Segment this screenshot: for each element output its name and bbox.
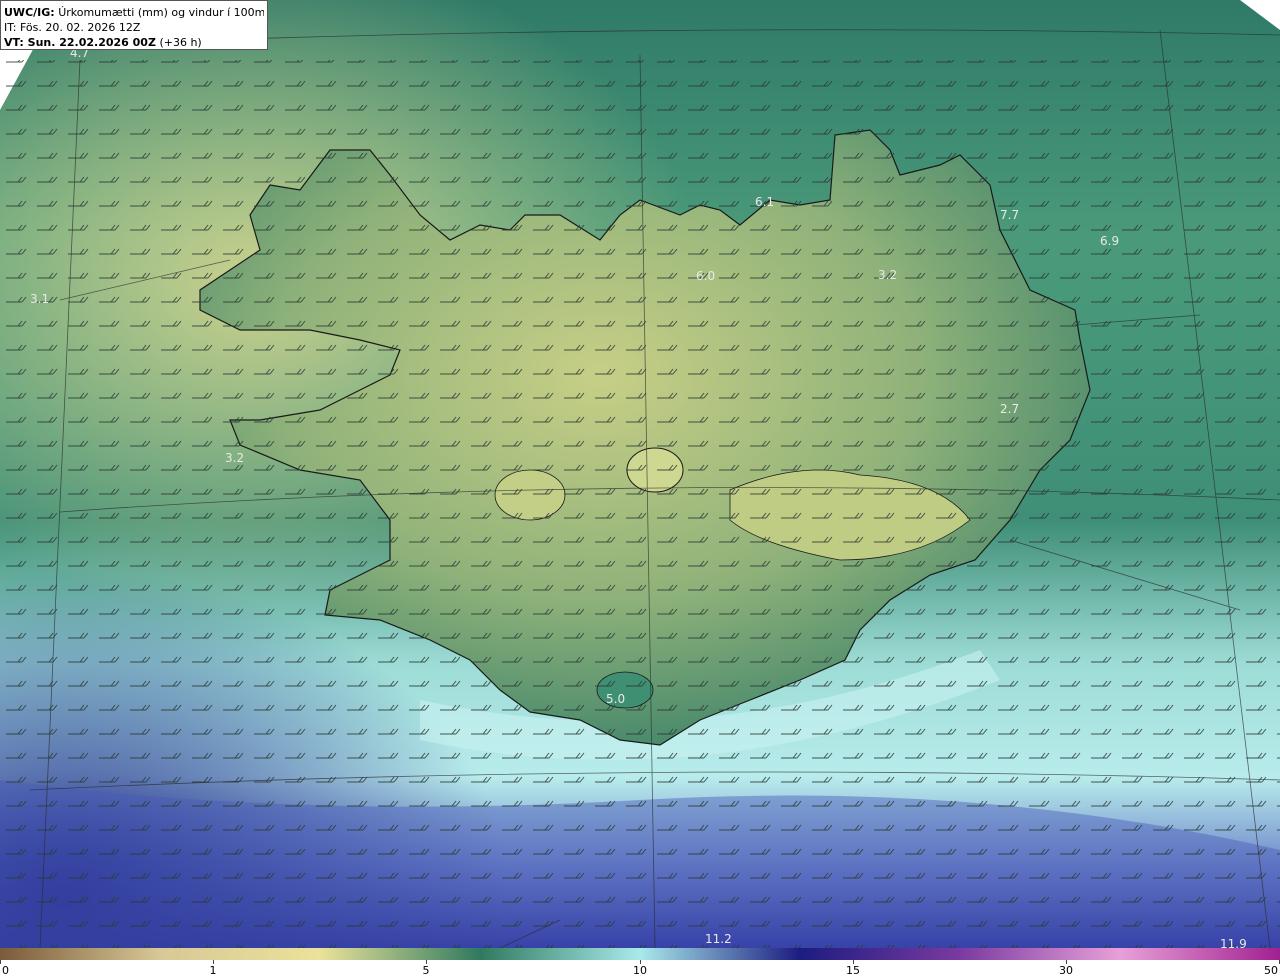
valid-time: VT: Sun. 22.02.2026 00Z xyxy=(4,36,156,49)
weather-map: 4.7 3.1 3.2 6.1 6.0 3.2 7.7 6.9 2.7 5.0 … xyxy=(0,0,1280,948)
wind-barbs xyxy=(0,60,1280,948)
issue-time: IT: Fös. 20. 02. 2026 12Z xyxy=(4,21,141,34)
value-label: 6.1 xyxy=(755,195,774,209)
value-label: 3.1 xyxy=(30,292,49,306)
valid-time-line: VT: Sun. 22.02.2026 00Z (+36 h) xyxy=(4,35,264,50)
value-label: 6.0 xyxy=(696,269,715,283)
value-label: 3.2 xyxy=(225,451,244,465)
colorbar: 0 1 5 10 15 30 50 xyxy=(0,948,1280,978)
value-label: 3.2 xyxy=(878,268,897,282)
title-box: UWC/IG: Úrkomumætti (mm) og vindur í 100… xyxy=(0,0,268,50)
title-line: UWC/IG: Úrkomumætti (mm) og vindur í 100… xyxy=(4,5,264,20)
colorbar-tick: 0 xyxy=(2,964,9,977)
colorbar-tick: 10 xyxy=(633,964,647,977)
model-name: UWC/IG: xyxy=(4,6,55,19)
colorbar-tick: 50 xyxy=(1264,964,1278,977)
colorbar-tick: 30 xyxy=(1059,964,1073,977)
colorbar-strip xyxy=(0,948,1280,960)
colorbar-tick: 5 xyxy=(422,964,430,977)
colorbar-tick: 1 xyxy=(209,964,217,977)
map-title: Úrkomumætti (mm) og vindur í 100m hæð xyxy=(58,6,264,19)
value-label: 2.7 xyxy=(1000,402,1019,416)
value-label: 7.7 xyxy=(1000,208,1019,222)
value-label: 5.0 xyxy=(606,692,625,706)
value-label: 11.2 xyxy=(705,932,732,946)
forecast-hour: (+36 h) xyxy=(159,36,202,49)
colorbar-tick: 15 xyxy=(846,964,860,977)
value-label: 11.9 xyxy=(1220,937,1247,948)
value-label: 6.9 xyxy=(1100,234,1119,248)
